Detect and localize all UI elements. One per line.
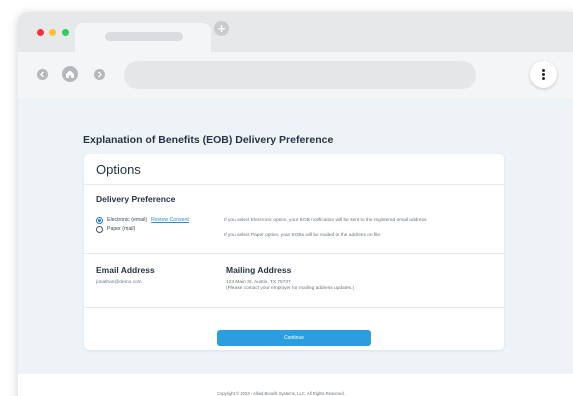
radio-electronic-label: Electronic (email) [107, 217, 148, 223]
copyright-text: Copyright © 2023 - Allied Benefit System… [217, 391, 345, 396]
new-tab-button[interactable]: + [214, 21, 229, 36]
divider [84, 253, 504, 254]
email-address-value: jonathan@demo.com [96, 280, 142, 285]
radio-paper-label: Paper (mail) [107, 226, 136, 232]
address-bar[interactable] [124, 61, 476, 89]
page-title: Explanation of Benefits (EOB) Delivery P… [83, 134, 334, 146]
browser-window: + Explanation of Benefits (EOB) Delivery… [18, 12, 573, 396]
page-content: Explanation of Benefits (EOB) Delivery P… [18, 98, 573, 396]
radio-paper[interactable]: Paper (mail) [96, 225, 135, 233]
email-address-heading: Email Address [96, 265, 155, 275]
mailing-address-note: (Please contact your employer for mailin… [226, 286, 354, 291]
home-button[interactable] [62, 66, 78, 82]
mailing-address-heading: Mailing Address [226, 265, 292, 275]
divider [84, 184, 504, 185]
delivery-preference-heading: Delivery Preference [96, 194, 176, 204]
browser-toolbar [18, 52, 573, 98]
radio-electronic-input[interactable] [96, 216, 103, 224]
tab-title-placeholder [105, 32, 183, 41]
back-icon [40, 71, 44, 78]
paper-note: If you select Paper option, your EOBs wi… [224, 233, 382, 238]
review-consent-link[interactable]: Review Consent [151, 217, 189, 223]
continue-button[interactable]: Continue [217, 330, 371, 346]
more-vertical-icon[interactable] [530, 61, 557, 88]
page-footer: Copyright © 2023 - Allied Benefit System… [18, 374, 573, 396]
electronic-note: If you select Electronic option, your EO… [224, 218, 428, 223]
home-icon [66, 70, 74, 78]
browser-tab[interactable] [75, 23, 211, 52]
divider [84, 307, 504, 308]
forward-icon [98, 71, 102, 78]
close-window-button[interactable] [37, 29, 44, 36]
minimize-window-button[interactable] [49, 29, 56, 36]
radio-electronic[interactable]: Electronic (email) Review Consent [96, 216, 189, 224]
forward-button[interactable] [94, 69, 105, 80]
card-title: Options [96, 162, 141, 177]
radio-paper-input[interactable] [96, 225, 103, 233]
back-button[interactable] [37, 69, 48, 80]
maximize-window-button[interactable] [62, 29, 69, 36]
options-card: Options Delivery Preference Electronic (… [84, 154, 504, 350]
tab-strip: + [18, 12, 573, 52]
